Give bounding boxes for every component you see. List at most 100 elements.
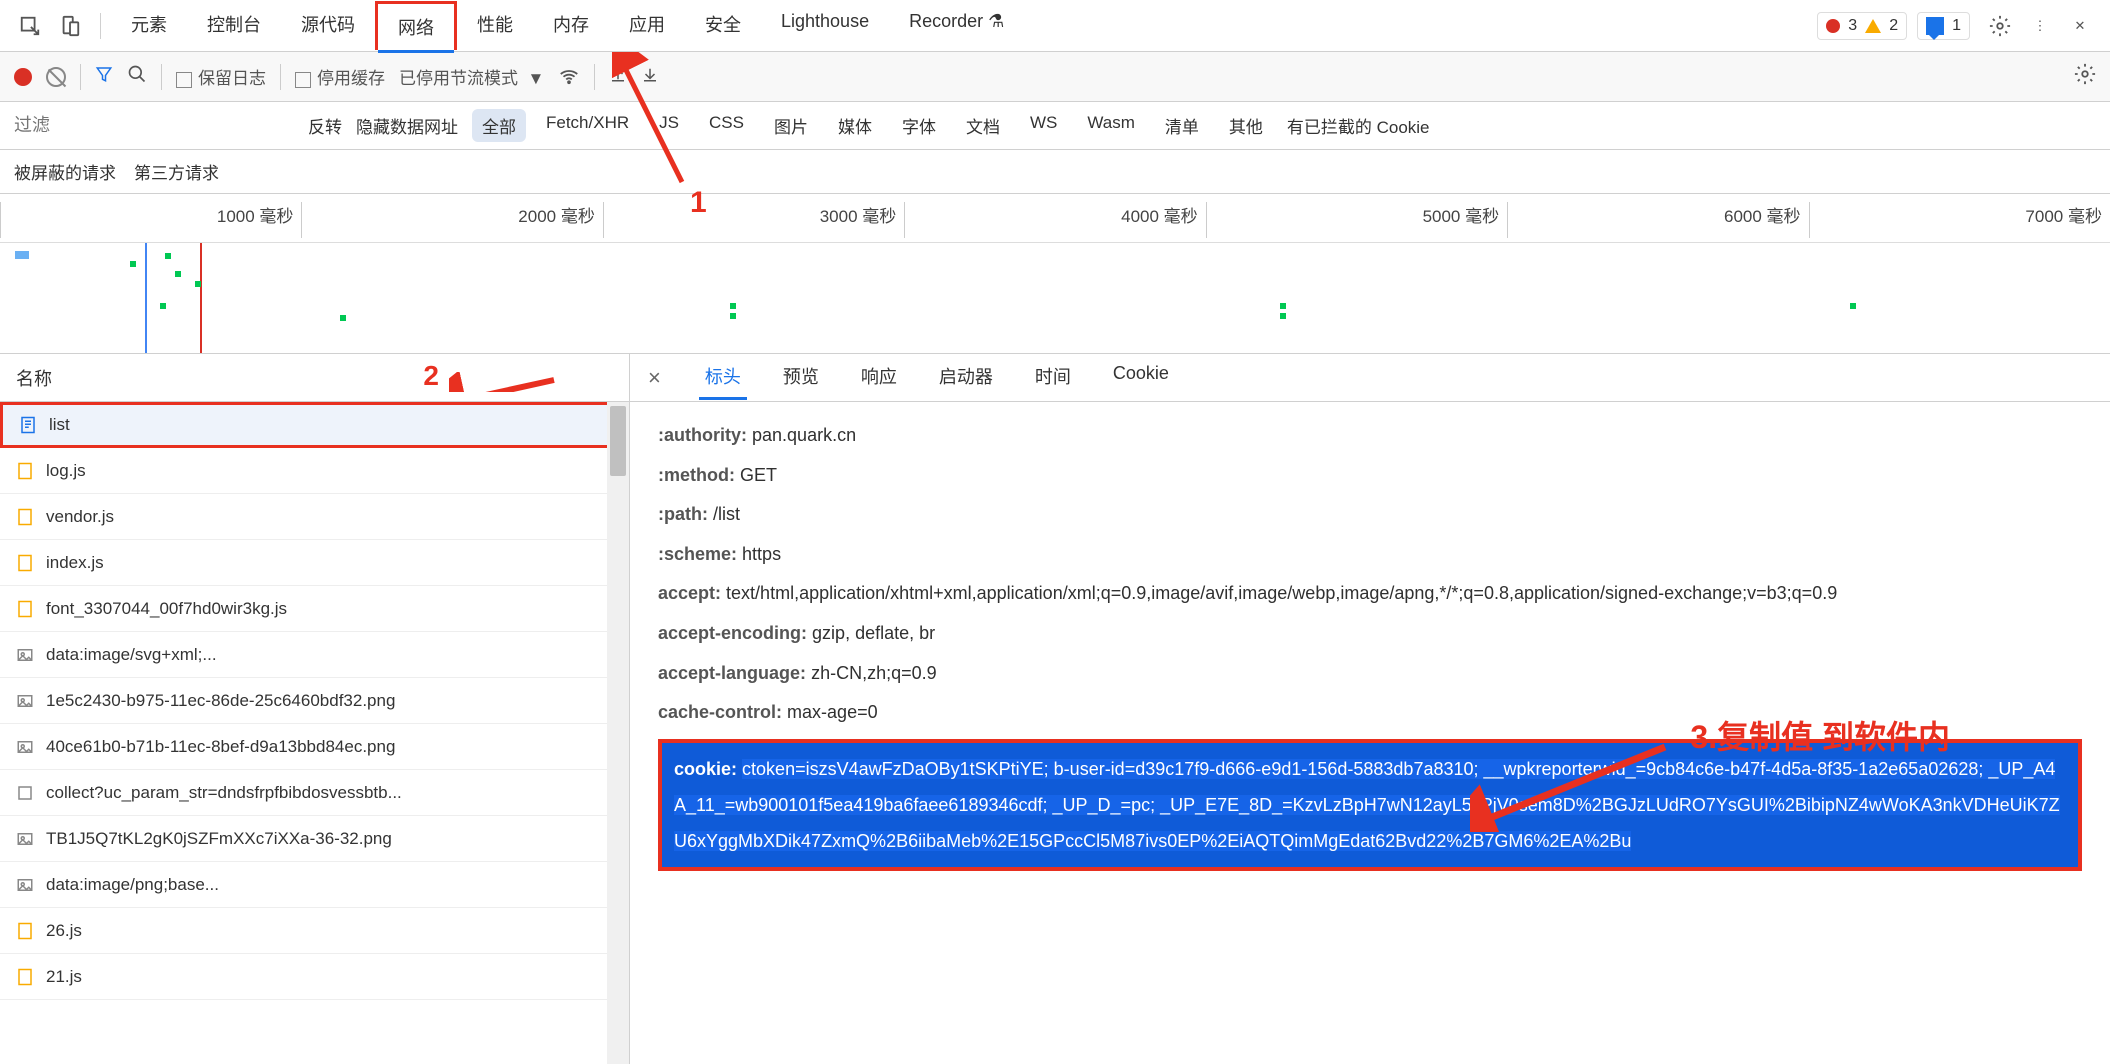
filter-toggle-icon[interactable] [95,65,113,88]
devtools-tab-3[interactable]: 网络 [375,1,457,50]
request-row[interactable]: 1e5c2430-b975-11ec-86de-25c6460bdf32.png [0,678,629,724]
request-row[interactable]: 26.js [0,908,629,954]
network-filter-row: 反转 隐藏数据网址 全部Fetch/XHRJSCSS图片媒体字体文档WSWasm… [0,102,2110,150]
filter-chip-清单[interactable]: 清单 [1155,109,1209,142]
header-scheme-key: :scheme: [658,544,737,564]
devtools-tab-8[interactable]: Lighthouse [761,1,889,50]
file-type-icon [16,692,34,710]
blocked-cookies-checkbox[interactable]: 有已拦截的 Cookie [1287,113,1430,138]
filter-input[interactable] [14,115,294,136]
invert-checkbox[interactable]: 反转 [308,113,342,138]
devtools-tab-2[interactable]: 源代码 [281,1,375,50]
devtools-tab-4[interactable]: 性能 [457,1,533,50]
clear-button[interactable] [46,67,66,87]
header-accept-key: accept: [658,583,721,603]
request-row[interactable]: list [0,402,629,448]
request-name: font_3307044_00f7hd0wir3kg.js [46,599,287,619]
third-party-checkbox[interactable]: 第三方请求 [134,159,219,184]
annotation-3: 3.复制值 到软件内 [1690,702,1950,772]
name-column-header[interactable]: 名称 [16,365,52,391]
request-list-pane: 名称 2 list log.js vendor.jsindex.js font_330… [0,354,630,1064]
panel-settings-icon[interactable] [2074,63,2096,90]
filter-chip-全部[interactable]: 全部 [472,109,526,142]
filter-chip-WS[interactable]: WS [1020,109,1067,142]
detail-tab-0[interactable]: 标头 [699,355,747,400]
detail-tab-4[interactable]: 时间 [1029,355,1077,400]
header-cookie-key: cookie: [674,759,737,779]
close-devtools-icon[interactable]: ✕ [2060,6,2100,46]
preserve-log-checkbox[interactable]: 保留日志 [176,64,266,89]
file-type-icon [16,784,34,802]
request-row[interactable]: 21.js [0,954,629,1000]
close-detail-icon[interactable]: × [640,365,669,391]
filter-chip-文档[interactable]: 文档 [956,109,1010,142]
annotation-2: 2 [423,360,439,392]
device-toggle-icon[interactable] [50,6,90,46]
devtools-tab-6[interactable]: 应用 [609,1,685,50]
header-authority-key: :authority: [658,425,747,445]
network-timeline[interactable]: 1000 毫秒2000 毫秒3000 毫秒4000 毫秒5000 毫秒6000 … [0,194,2110,354]
request-row[interactable]: vendor.js [0,494,629,540]
record-button[interactable] [14,68,32,86]
file-type-icon [19,416,37,434]
devtools-tab-1[interactable]: 控制台 [187,1,281,50]
filter-chip-图片[interactable]: 图片 [764,109,818,142]
header-authority-value: pan.quark.cn [752,425,856,445]
request-row[interactable]: index.js [0,540,629,586]
detail-tab-5[interactable]: Cookie [1107,355,1175,400]
timeline-tick: 4000 毫秒 [904,202,1205,238]
hide-data-urls-checkbox[interactable]: 隐藏数据网址 [356,113,458,138]
detail-tab-1[interactable]: 预览 [777,355,825,400]
issues-badge[interactable]: 3 2 [1817,12,1907,40]
request-name: log.js [46,461,86,481]
devtools-tab-0[interactable]: 元素 [111,1,187,50]
timeline-tick: 1000 毫秒 [0,202,301,238]
settings-icon[interactable] [1980,6,2020,46]
headers-panel[interactable]: :authority: pan.quark.cn :method: GET :p… [630,402,2110,1064]
filter-chip-字体[interactable]: 字体 [892,109,946,142]
devtools-tab-7[interactable]: 安全 [685,1,761,50]
annotation-arrow-2 [449,372,559,392]
detail-tab-2[interactable]: 响应 [855,355,903,400]
network-filter-row-2: 被屏蔽的请求 第三方请求 [0,150,2110,194]
request-row[interactable]: collect?uc_param_str=dndsfrpfbibdosvessb… [0,770,629,816]
request-name: list [49,415,70,435]
request-row[interactable]: data:image/png;base... [0,862,629,908]
filter-chip-CSS[interactable]: CSS [699,109,754,142]
scrollbar[interactable] [607,402,629,1064]
request-list[interactable]: list log.js vendor.jsindex.js font_3307044_… [0,402,629,1064]
devtools-tabbar: 元素控制台源代码网络性能内存应用安全LighthouseRecorder ⚗ 3… [0,0,2110,52]
detail-tab-3[interactable]: 启动器 [933,355,999,400]
search-icon[interactable] [127,64,147,89]
request-detail-tabs: × 标头预览响应启动器时间 Cookie [630,354,2110,402]
timeline-tick: 7000 毫秒 [1809,202,2110,238]
header-scheme-value: https [742,544,781,564]
request-row[interactable]: 40ce61b0-b71b-11ec-8bef-d9a13bbd84ec.png [0,724,629,770]
annotation-arrow-1 [612,52,692,188]
inspect-element-icon[interactable] [10,6,50,46]
request-name: 26.js [46,921,82,941]
disable-cache-checkbox[interactable]: 停用缓存 [295,64,385,89]
more-icon[interactable]: ⋮ [2020,6,2060,46]
request-detail-pane: × 标头预览响应启动器时间 Cookie :authority: pan.quar… [630,354,2110,1064]
file-type-icon [16,830,34,848]
messages-badge[interactable]: 1 [1917,12,1970,40]
network-toolbar: 保留日志 停用缓存 已停用节流模式 ▼ [0,52,2110,102]
blocked-requests-checkbox[interactable]: 被屏蔽的请求 [14,159,116,184]
filter-chip-Wasm[interactable]: Wasm [1077,109,1145,142]
message-icon [1926,17,1944,35]
file-type-icon [16,968,34,986]
request-name: 21.js [46,967,82,987]
network-conditions-icon[interactable] [558,63,580,90]
request-name: collect?uc_param_str=dndsfrpfbibdosvessb… [46,783,402,803]
filter-chip-其他[interactable]: 其他 [1219,109,1273,142]
request-name: 40ce61b0-b71b-11ec-8bef-d9a13bbd84ec.png [46,737,395,757]
throttling-select[interactable]: 已停用节流模式 ▼ [399,64,544,89]
filter-chip-媒体[interactable]: 媒体 [828,109,882,142]
request-row[interactable]: data:image/svg+xml;... [0,632,629,678]
request-row[interactable]: log.js [0,448,629,494]
request-row[interactable]: TB1J5Q7tKL2gK0jSZFmXXc7iXXa-36-32.png [0,816,629,862]
devtools-tab-5[interactable]: 内存 [533,1,609,50]
request-row[interactable]: font_3307044_00f7hd0wir3kg.js [0,586,629,632]
devtools-tab-9[interactable]: Recorder ⚗ [889,1,1024,50]
